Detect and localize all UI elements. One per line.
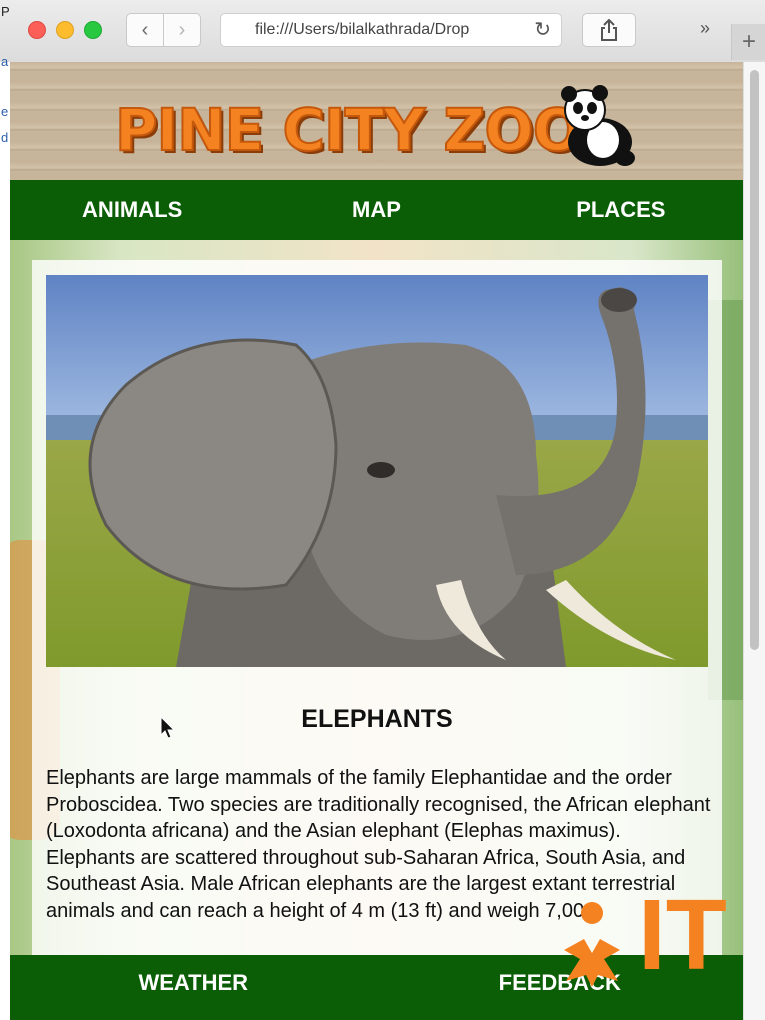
chevron-right-icon: › (178, 18, 186, 41)
elephant-photo (46, 275, 708, 667)
edge-text: e (1, 104, 9, 119)
url-text: file:///Users/bilalkathrada/Drop (255, 21, 470, 38)
back-button[interactable]: ‹ (126, 13, 164, 47)
share-icon (601, 19, 617, 41)
nav-weather[interactable]: WEATHER (10, 955, 377, 1020)
web-page: PINE CITY ZOO ANIMALS MAP PLACES ELEPHAN… (10, 62, 743, 1020)
overflow-button[interactable]: » (700, 18, 710, 39)
site-logo[interactable]: PINE CITY ZOO (114, 95, 583, 165)
forward-button[interactable]: › (163, 13, 201, 47)
edge-text: d (1, 130, 9, 145)
new-tab-button[interactable]: + (731, 24, 765, 60)
nav-places[interactable]: PLACES (499, 180, 743, 240)
animal-card: ELEPHANTS Elephants are large mammals of… (32, 260, 722, 960)
scrollbar-thumb[interactable] (750, 70, 759, 650)
nav-animals[interactable]: ANIMALS (10, 180, 254, 240)
browser-toolbar: ‹ › file:///Users/bilalkathrada/Drop ↻ »… (0, 0, 765, 63)
chevron-left-icon: ‹ (141, 18, 149, 41)
scrollbar[interactable] (743, 62, 765, 1020)
share-button[interactable] (582, 13, 636, 47)
edge-text: a (1, 54, 9, 69)
minimize-window-button[interactable] (56, 21, 74, 39)
nav-map[interactable]: MAP (254, 180, 498, 240)
article-title: ELEPHANTS (301, 705, 453, 733)
close-window-button[interactable] (28, 21, 46, 39)
address-bar[interactable]: file:///Users/bilalkathrada/Drop ↻ (220, 13, 562, 47)
window-controls (28, 21, 102, 39)
zoom-window-button[interactable] (84, 21, 102, 39)
watermark-text: IT (638, 879, 727, 991)
edge-text: P (1, 4, 10, 19)
background-window-edge: P a e d (0, 4, 10, 1020)
mouse-cursor-icon (160, 716, 176, 739)
main-nav: ANIMALS MAP PLACES (10, 180, 743, 240)
watermark-logo: IT (560, 885, 755, 990)
panda-icon (561, 85, 635, 166)
reload-icon[interactable]: ↻ (534, 17, 551, 42)
site-header: PINE CITY ZOO (10, 62, 743, 180)
